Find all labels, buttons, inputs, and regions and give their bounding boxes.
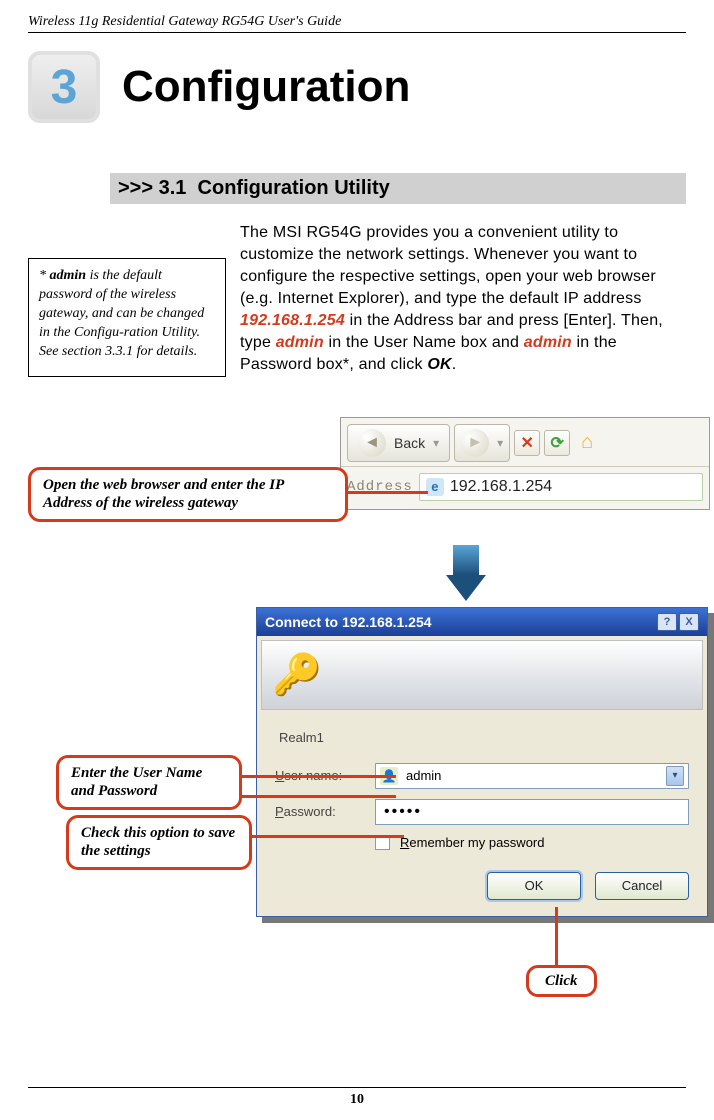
back-button-group[interactable]: ◄ Back ▾ [347,424,450,462]
browser-toolbar: ◄ Back ▾ ► ▾ ✕ ⟳ ⌂ Address e 192.168.1.2… [340,417,710,510]
back-icon: ◄ [358,429,386,457]
ok-button[interactable]: OK [487,872,581,900]
dialog-banner: 🔑 [261,640,703,710]
body-p1a: The MSI RG54G provides you a convenient … [240,224,656,307]
section-chevrons: >>> [118,177,153,199]
body-p1c: in the User Name box and [324,334,524,351]
connector-line [348,491,428,494]
callout-click: Click [526,965,597,998]
username-input[interactable]: 👤 admin ▾ [375,763,689,789]
forward-dropdown-icon[interactable]: ▾ [497,436,503,450]
connector-line [252,835,404,838]
back-dropdown-icon[interactable]: ▾ [433,436,439,450]
realm-label: Realm1 [279,730,689,745]
chapter-number-badge: 3 [28,51,100,123]
cancel-button[interactable]: Cancel [595,872,689,900]
keyring-icon: 🔑 [272,651,322,698]
login-dialog: Connect to 192.168.1.254 ? X 🔑 Realm1 Us… [256,607,708,917]
username-value: admin [406,768,441,783]
forward-button[interactable]: ► ▾ [454,424,510,462]
side-note: * admin is the default password of the w… [28,258,226,377]
dialog-title-text: Connect to 192.168.1.254 [265,614,432,630]
password-row: Password: ••••• [275,799,689,825]
callout-enter-creds: Enter the User Name and Password [56,755,242,811]
chapter-number: 3 [51,60,78,115]
cred-username: admin [276,334,324,351]
forward-icon: ► [461,429,489,457]
connector-line [242,775,396,778]
address-bar-row: Address e 192.168.1.254 [341,467,709,509]
toolbar-nav-row: ◄ Back ▾ ► ▾ ✕ ⟳ ⌂ [341,418,709,467]
chapter-heading: 3 Configuration [28,51,686,123]
section-title: Configuration Utility [198,177,390,199]
remember-row: Remember my password [375,835,689,850]
body-paragraph: The MSI RG54G provides you a convenient … [240,222,686,377]
address-value: 192.168.1.254 [450,478,552,496]
ok-word: OK [427,356,451,373]
cred-password: admin [524,334,572,351]
callout-open-browser: Open the web browser and enter the IP Ad… [28,467,348,523]
section-heading: >>> 3.1 Configuration Utility [110,173,686,204]
home-button[interactable]: ⌂ [574,430,600,456]
password-label: Password: [275,804,365,819]
chapter-title: Configuration [122,62,410,112]
body-p1e: . [452,356,457,373]
stop-button[interactable]: ✕ [514,430,540,456]
username-dropdown-icon[interactable]: ▾ [666,766,684,786]
running-header: Wireless 11g Residential Gateway RG54G U… [28,14,686,33]
address-input[interactable]: e 192.168.1.254 [419,473,703,501]
default-ip: 192.168.1.254 [240,312,345,329]
down-arrow-icon [446,545,486,601]
connector-line [555,907,558,965]
callout-check-option: Check this option to save the settings [66,815,252,871]
connector-line [242,795,396,798]
note-bold-word: admin [50,268,87,283]
page-number: 10 [28,1087,686,1108]
close-button[interactable]: X [679,613,699,631]
refresh-button[interactable]: ⟳ [544,430,570,456]
section-number: 3.1 [159,177,187,199]
back-label: Back [394,435,425,451]
help-button[interactable]: ? [657,613,677,631]
ie-icon: e [426,478,444,496]
note-prefix: * [39,268,50,283]
password-input[interactable]: ••••• [375,799,689,825]
remember-label: Remember my password [400,835,545,850]
dialog-titlebar[interactable]: Connect to 192.168.1.254 ? X [257,608,707,636]
